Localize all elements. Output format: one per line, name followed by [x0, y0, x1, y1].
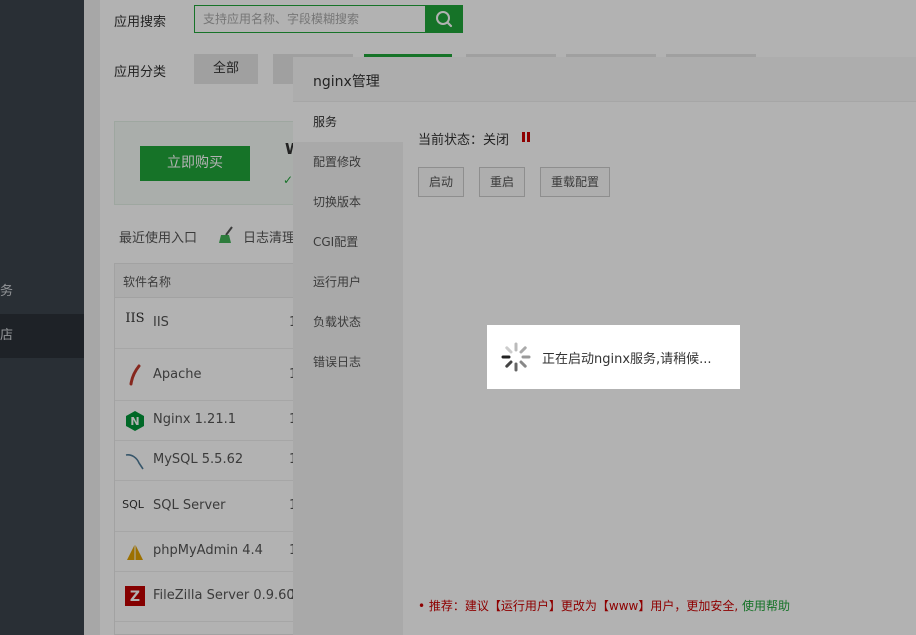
loading-message: 正在启动nginx服务,请稍候... — [542, 352, 712, 367]
loading-spinner-icon — [500, 341, 532, 373]
